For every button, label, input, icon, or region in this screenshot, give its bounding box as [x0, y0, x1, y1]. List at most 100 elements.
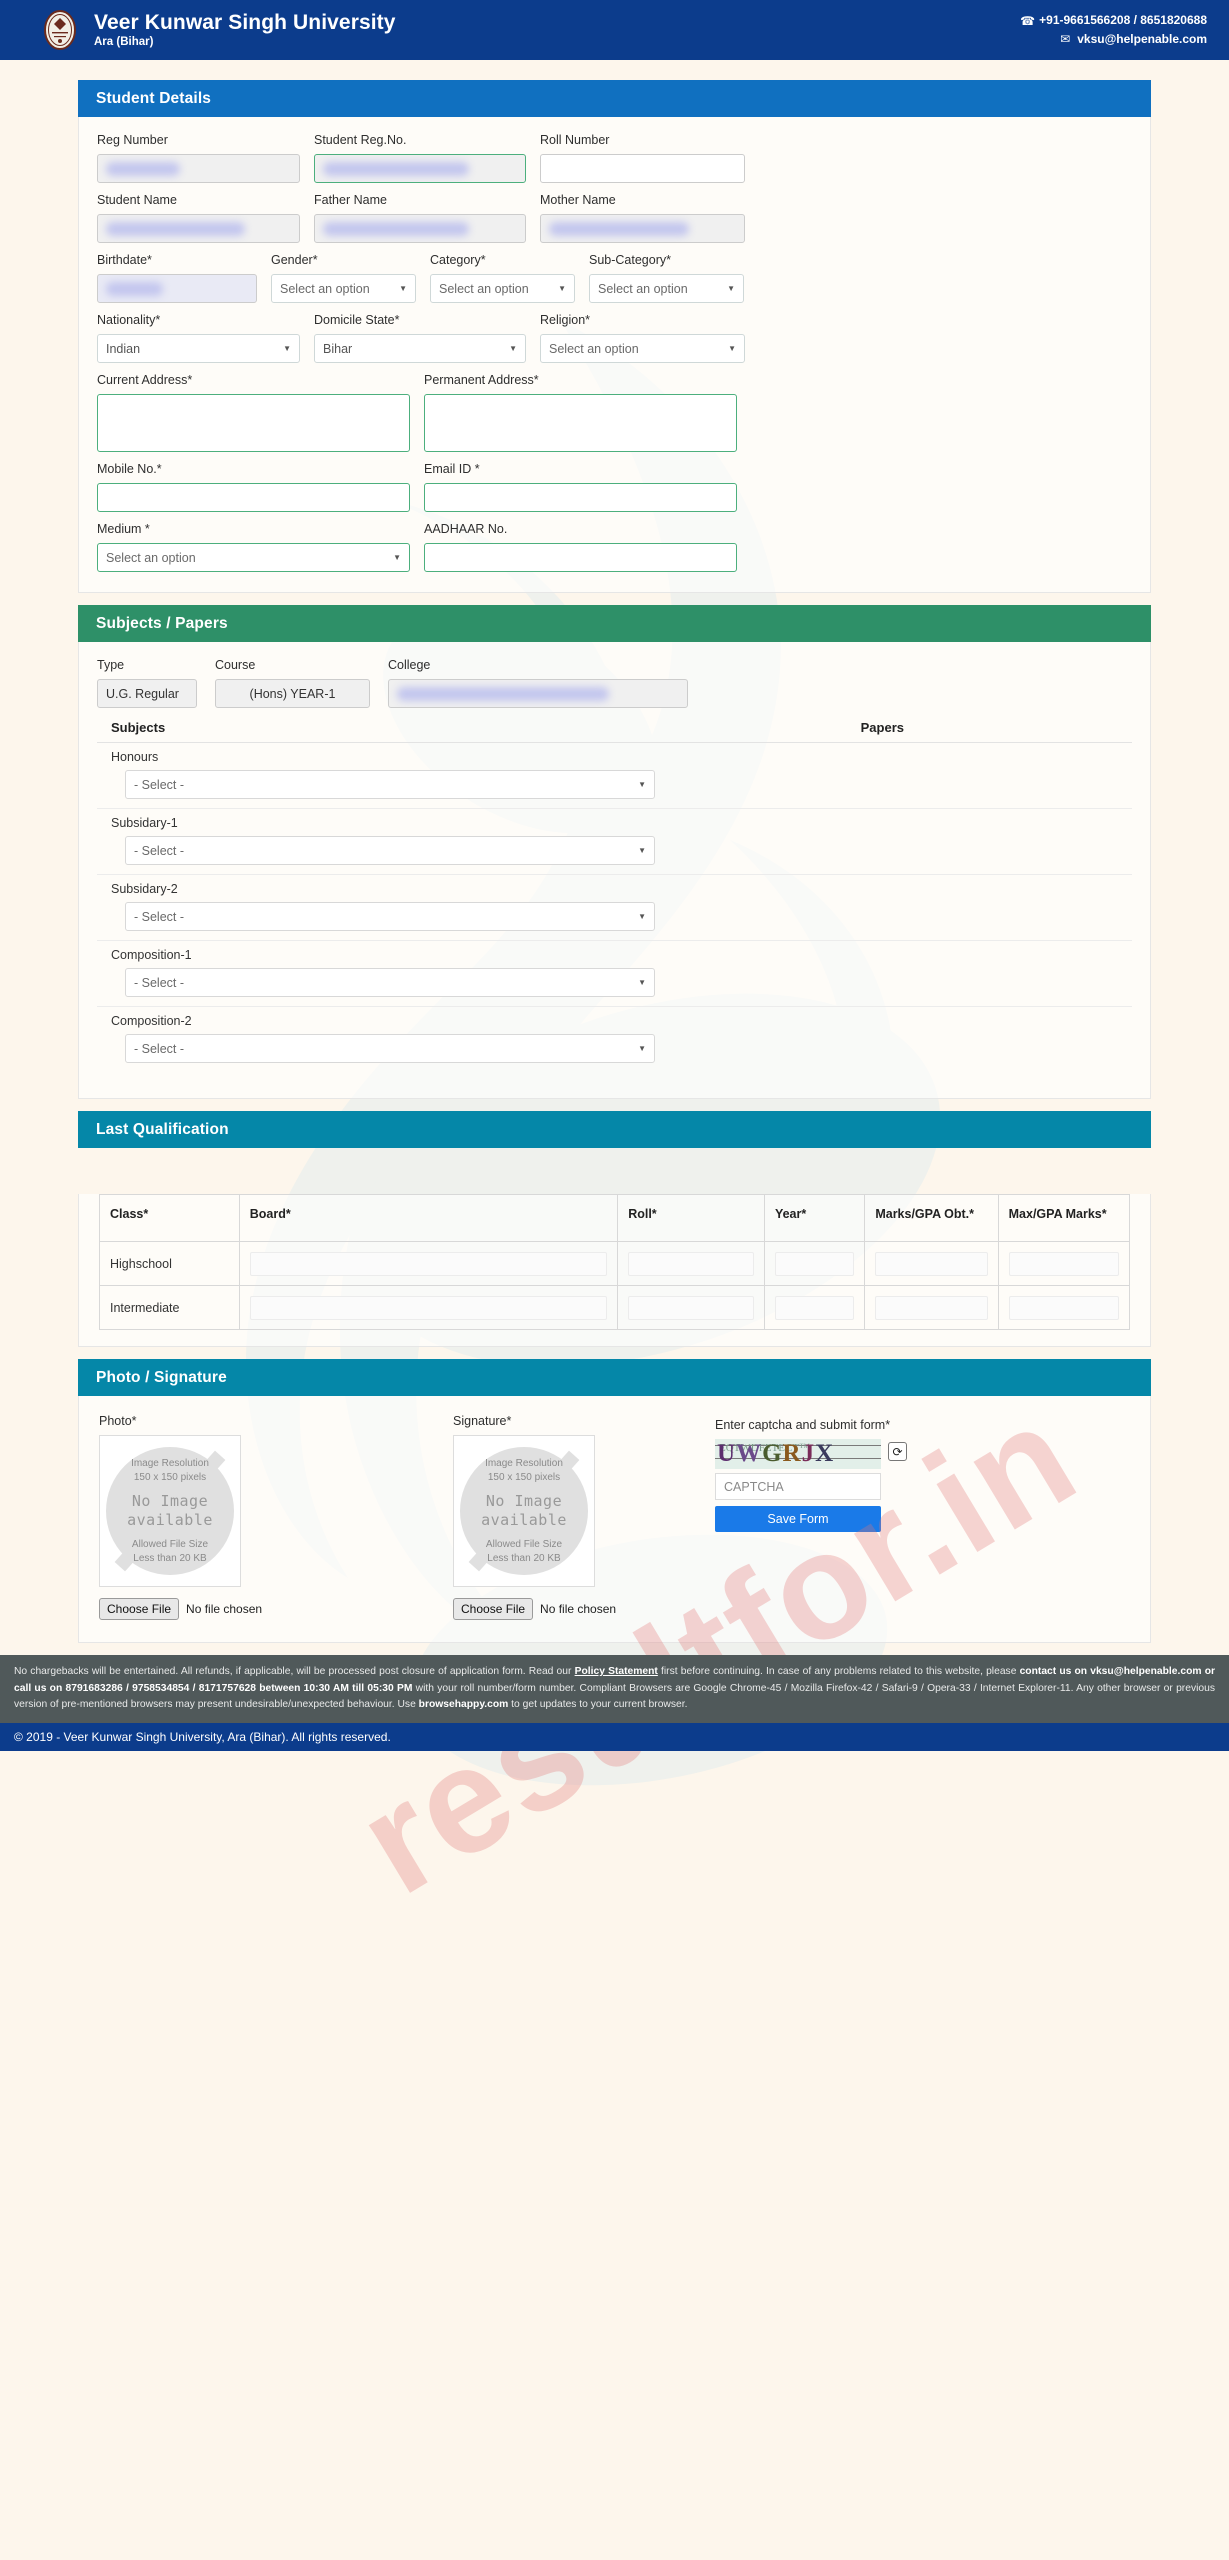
label-college: College [388, 658, 431, 672]
input-marks-obt[interactable] [875, 1251, 988, 1276]
input-board[interactable] [249, 1251, 608, 1276]
input-father-name[interactable] [314, 214, 526, 243]
subject-row-subsidary-2: Subsidary-2 - Select - ▼ [97, 875, 1132, 941]
label-category: Category* [430, 253, 486, 267]
select-category[interactable]: Select an option ▼ [430, 274, 575, 303]
photo-preview: Image Resolution 150 x 150 pixels No Ima… [99, 1435, 241, 1587]
panel-body-subjects: Type U.G. Regular Course (Hons) YEAR-1 C… [78, 642, 1151, 1099]
chevron-down-icon: ▼ [393, 553, 401, 562]
row-addresses: Current Address* Permanent Address* [97, 373, 1132, 452]
table-row: Intermediate [99, 1285, 1131, 1330]
header-phone-line: ☎ +91-9661566208 / 8651820688 [1020, 11, 1207, 30]
signature-noimage-line2: available [481, 1511, 567, 1529]
page-content: Student Details Reg Number Student Reg.N… [0, 60, 1229, 1643]
row-type-course-college: Type U.G. Regular Course (Hons) YEAR-1 C… [97, 658, 1132, 708]
header-email[interactable]: vksu@helpenable.com [1077, 30, 1207, 49]
select-subject-subsidary-1[interactable]: - Select - ▼ [125, 836, 655, 865]
photo-choose-file-button[interactable]: Choose File [99, 1598, 180, 1620]
input-college [388, 679, 688, 708]
footer-note-part2: first before continuing. In case of any … [657, 1666, 1020, 1677]
panel-subjects: Subjects / Papers Type U.G. Regular Cour… [78, 605, 1151, 1099]
envelope-icon: ✉ [1060, 32, 1071, 47]
cell-roll [617, 1241, 765, 1286]
footer-policy-link[interactable]: Policy Statement [575, 1666, 658, 1677]
panel-title-subjects: Subjects / Papers [78, 605, 1151, 642]
signature-column: Signature* Image Resolution 150 x 150 pi… [453, 1414, 653, 1620]
field-mobile: Mobile No.* [97, 462, 410, 512]
panel-title-photo-signature: Photo / Signature [78, 1359, 1151, 1396]
value-course: (Hons) YEAR-1 [249, 686, 336, 701]
cell-class: Intermediate [99, 1285, 240, 1330]
input-course: (Hons) YEAR-1 [215, 679, 370, 708]
label-mobile: Mobile No.* [97, 462, 162, 476]
input-board[interactable] [249, 1295, 608, 1320]
site-header: Veer Kunwar Singh University Ara (Bihar)… [0, 0, 1229, 60]
input-year[interactable] [774, 1251, 855, 1276]
input-max-marks[interactable] [1008, 1295, 1119, 1320]
subject-row-composition-1: Composition-1 - Select - ▼ [97, 941, 1132, 1007]
select-subject-composition-2[interactable]: - Select - ▼ [125, 1034, 655, 1063]
label-birthdate: Birthdate* [97, 253, 152, 267]
input-student-name[interactable] [97, 214, 300, 243]
field-gender: Gender* Select an option ▼ [271, 253, 416, 303]
input-roll-number[interactable] [540, 154, 745, 183]
col-roll: Roll* [617, 1194, 765, 1242]
input-max-marks[interactable] [1008, 1251, 1119, 1276]
select-religion-value: Select an option [549, 341, 639, 356]
select-medium-value: Select an option [106, 550, 196, 565]
select-nationality[interactable]: Indian ▼ [97, 334, 300, 363]
input-roll[interactable] [628, 1251, 754, 1276]
footer-browsehappy-link[interactable]: browsehappy.com [419, 1699, 509, 1710]
save-form-button[interactable]: Save Form [715, 1506, 881, 1532]
input-mobile[interactable] [97, 483, 410, 512]
row-names: Student Name Father Name Mother Name [97, 193, 1132, 243]
textarea-current-address[interactable] [97, 394, 410, 452]
input-marks-obt[interactable] [875, 1295, 988, 1320]
input-reg-number[interactable] [97, 154, 300, 183]
input-birthdate[interactable] [97, 274, 257, 303]
chevron-down-icon: ▼ [638, 978, 646, 987]
input-mother-name[interactable] [540, 214, 745, 243]
select-subject-value: - Select - [134, 975, 185, 990]
signature-file-input[interactable]: Choose File No file chosen [453, 1598, 653, 1620]
signature-choose-file-button[interactable]: Choose File [453, 1598, 534, 1620]
select-subcategory[interactable]: Select an option ▼ [589, 274, 744, 303]
field-student-reg-no: Student Reg.No. [314, 133, 526, 183]
select-subcategory-value: Select an option [598, 281, 688, 296]
photo-file-name: No file chosen [186, 1602, 263, 1616]
field-email: Email ID * [424, 462, 737, 512]
footer-note: No chargebacks will be entertained. All … [0, 1655, 1229, 1724]
select-medium[interactable]: Select an option ▼ [97, 543, 410, 572]
input-email[interactable] [424, 483, 737, 512]
refresh-icon[interactable]: ⟳ [888, 1442, 907, 1461]
col-year: Year* [763, 1194, 866, 1242]
input-student-reg-no[interactable] [314, 154, 526, 183]
select-subject-composition-1[interactable]: - Select - ▼ [125, 968, 655, 997]
label-roll-number: Roll Number [540, 133, 610, 147]
input-captcha[interactable]: CAPTCHA [715, 1473, 881, 1500]
panel-student-details: Student Details Reg Number Student Reg.N… [78, 80, 1151, 593]
signature-filesize-line2: Less than 20 KB [487, 1552, 561, 1564]
brand-block: Veer Kunwar Singh University Ara (Bihar) [94, 11, 396, 48]
field-domicile-state: Domicile State* Bihar ▼ [314, 313, 526, 363]
input-year[interactable] [774, 1295, 855, 1320]
label-student-name: Student Name [97, 193, 177, 207]
chevron-down-icon: ▼ [558, 284, 566, 293]
captcha-row: EQTWDFETECT™ UWGRJX ⟳ [715, 1439, 907, 1469]
label-student-reg-no: Student Reg.No. [314, 133, 407, 147]
subjects-table-header: Subjects Papers [97, 720, 1132, 743]
label-course: Course [215, 658, 256, 672]
select-subject-honours[interactable]: - Select - ▼ [125, 770, 655, 799]
select-religion[interactable]: Select an option ▼ [540, 334, 745, 363]
select-gender[interactable]: Select an option ▼ [271, 274, 416, 303]
select-subject-subsidary-2[interactable]: - Select - ▼ [125, 902, 655, 931]
textarea-permanent-address[interactable] [424, 394, 737, 452]
label-subcategory: Sub-Category* [589, 253, 671, 267]
chevron-down-icon: ▼ [283, 344, 291, 353]
input-aadhaar[interactable] [424, 543, 737, 572]
label-nationality: Nationality* [97, 313, 161, 327]
select-domicile-state[interactable]: Bihar ▼ [314, 334, 526, 363]
input-roll[interactable] [628, 1295, 754, 1320]
photo-file-input[interactable]: Choose File No file chosen [99, 1598, 299, 1620]
select-domicile-state-value: Bihar [323, 341, 353, 356]
